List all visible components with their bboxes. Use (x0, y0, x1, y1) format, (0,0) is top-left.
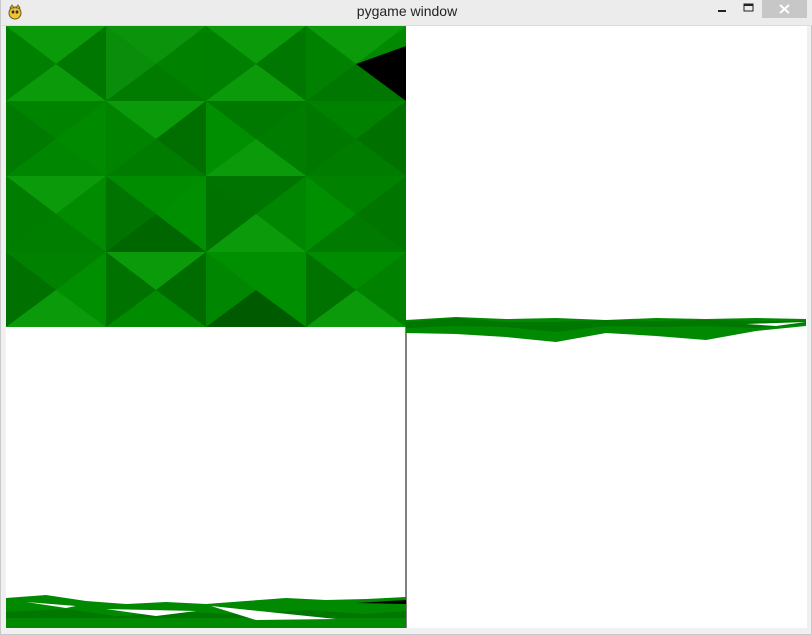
game-canvas[interactable] (6, 26, 807, 628)
maximize-button[interactable] (736, 0, 760, 18)
pygame-window: pygame window (0, 0, 812, 635)
terrain-side-strip (406, 317, 806, 342)
close-icon (779, 4, 790, 14)
minimize-button[interactable] (710, 0, 734, 18)
window-title: pygame window (356, 3, 458, 19)
maximize-icon (743, 3, 754, 12)
terrain-bottom-strip (6, 595, 406, 628)
terrain-top-view (6, 26, 406, 327)
minimize-icon (718, 10, 726, 12)
close-button[interactable] (762, 0, 807, 18)
title-bar[interactable]: pygame window (1, 0, 812, 26)
terrain-render (6, 26, 806, 628)
